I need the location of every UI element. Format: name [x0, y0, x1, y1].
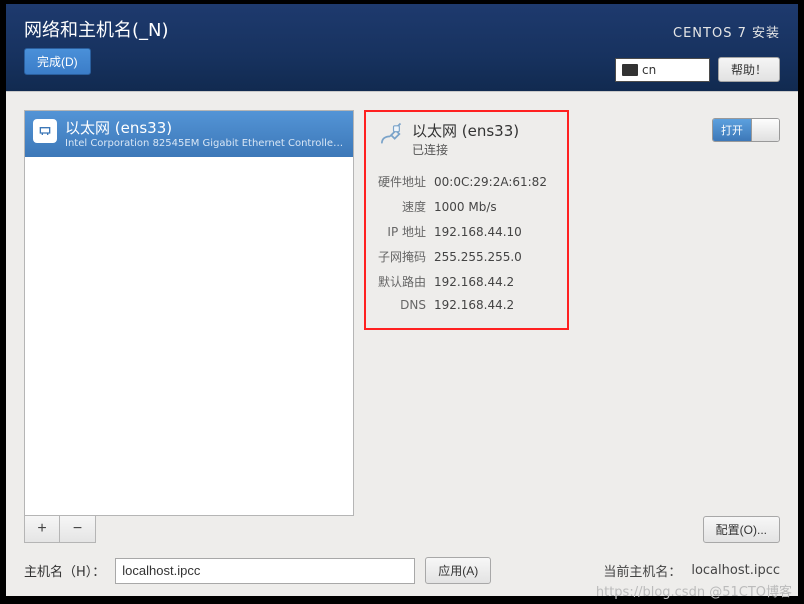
content-area: 以太网 (ens33) Intel Corporation 82545EM Gi… — [6, 92, 798, 596]
detail-row: 硬件地址00:0C:29:2A:61:82 — [378, 170, 547, 193]
detail-row: 速度1000 Mb/s — [378, 195, 547, 218]
detail-key: IP 地址 — [378, 220, 432, 243]
interface-name: 以太网 (ens33) — [65, 117, 345, 138]
brand-label: CENTOS 7 安装 — [673, 22, 780, 41]
connection-toggle[interactable]: 打开 — [712, 118, 780, 142]
help-button[interactable]: 帮助！ — [718, 57, 780, 82]
hostname-row: 主机名（H）： 应用(A) 当前主机名： localhost.ipcc — [24, 553, 780, 584]
detail-table: 硬件地址00:0C:29:2A:61:82速度1000 Mb/sIP 地址192… — [376, 168, 549, 317]
interface-desc: Intel Corporation 82545EM Gigabit Ethern… — [65, 138, 345, 149]
toggle-on-label: 打开 — [713, 119, 751, 141]
keyboard-icon — [622, 64, 638, 76]
keyboard-layout-value: cn — [642, 63, 656, 77]
detail-value: 192.168.44.10 — [434, 220, 547, 243]
configure-button[interactable]: 配置(O)... — [703, 516, 780, 543]
hostname-input[interactable] — [115, 558, 415, 584]
header-banner: 网络和主机名(_N) 完成(D) CENTOS 7 安装 cn 帮助！ — [6, 4, 798, 92]
plug-icon — [376, 120, 404, 148]
hostname-label: 主机名（H）： — [24, 561, 105, 580]
detail-row: DNS192.168.44.2 — [378, 295, 547, 315]
connection-details: 以太网 (ens33) 已连接 硬件地址00:0C:29:2A:61:82速度1… — [364, 110, 569, 330]
detail-key: 速度 — [378, 195, 432, 218]
detail-value: 255.255.255.0 — [434, 245, 547, 268]
toggle-handle — [751, 119, 779, 141]
detail-key: 硬件地址 — [378, 170, 432, 193]
detail-row: 默认路由192.168.44.2 — [378, 270, 547, 293]
detail-key: 默认路由 — [378, 270, 432, 293]
ethernet-icon — [33, 119, 57, 143]
apply-hostname-button[interactable]: 应用(A) — [425, 557, 491, 584]
done-button[interactable]: 完成(D) — [24, 48, 91, 75]
interface-list[interactable]: 以太网 (ens33) Intel Corporation 82545EM Gi… — [24, 110, 354, 516]
detail-key: 子网掩码 — [378, 245, 432, 268]
detail-value: 192.168.44.2 — [434, 295, 547, 315]
detail-value: 00:0C:29:2A:61:82 — [434, 170, 547, 193]
detail-value: 192.168.44.2 — [434, 270, 547, 293]
current-hostname-value: localhost.ipcc — [691, 563, 780, 578]
detail-key: DNS — [378, 295, 432, 315]
current-hostname-label: 当前主机名： — [603, 561, 681, 580]
add-interface-button[interactable]: + — [25, 516, 60, 542]
detail-status: 已连接 — [412, 141, 519, 158]
detail-row: 子网掩码255.255.255.0 — [378, 245, 547, 268]
remove-interface-button[interactable]: − — [60, 516, 95, 542]
detail-title: 以太网 (ens33) — [412, 120, 519, 141]
detail-value: 1000 Mb/s — [434, 195, 547, 218]
interface-row-selected[interactable]: 以太网 (ens33) Intel Corporation 82545EM Gi… — [25, 111, 353, 157]
keyboard-layout-selector[interactable]: cn — [615, 58, 710, 82]
detail-row: IP 地址192.168.44.10 — [378, 220, 547, 243]
page-title: 网络和主机名(_N) — [24, 16, 169, 42]
